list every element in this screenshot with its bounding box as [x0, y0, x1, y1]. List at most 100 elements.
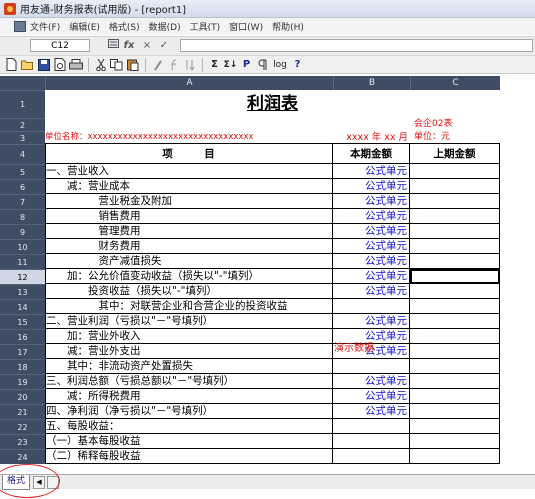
company-name-label[interactable]: 单位名称：xxxxxxxxxxxxxxxxxxxxxxxxxxxxxxxxx — [45, 131, 333, 144]
line-item-label[interactable]: 加：公允价值变动收益（损失以"-"填列） — [45, 269, 333, 284]
row-header[interactable]: 16 — [0, 329, 45, 344]
row-header[interactable]: 22 — [0, 419, 45, 434]
formula-input[interactable] — [180, 39, 533, 52]
previous-amount-cell[interactable] — [410, 344, 500, 359]
function-list-icon[interactable] — [106, 39, 120, 52]
print-icon[interactable] — [68, 57, 83, 72]
line-item-label[interactable]: 三、利润总额（亏损总额以"－"号填列） — [45, 374, 333, 389]
previous-amount-cell[interactable] — [410, 254, 500, 269]
current-amount-cell[interactable] — [333, 419, 410, 434]
line-item-label[interactable]: 资产减值损失 — [45, 254, 333, 269]
paste-icon[interactable] — [125, 57, 140, 72]
row-header[interactable]: 12 — [0, 269, 45, 284]
menu-window[interactable]: 窗口(W) — [229, 20, 263, 33]
current-amount-cell[interactable] — [333, 359, 410, 374]
row-header[interactable]: 14 — [0, 299, 45, 314]
current-amount-cell[interactable] — [333, 434, 410, 449]
line-item-label[interactable]: 营业税金及附加 — [45, 194, 333, 209]
column-header-a[interactable]: A — [45, 76, 333, 90]
menu-file[interactable]: 文件(F) — [30, 20, 60, 33]
copy-icon[interactable] — [109, 57, 124, 72]
sort-icon[interactable] — [182, 57, 197, 72]
previous-amount-cell[interactable] — [410, 194, 500, 209]
previous-amount-cell[interactable] — [410, 284, 500, 299]
row-header[interactable]: 10 — [0, 239, 45, 254]
current-amount-cell[interactable]: 公式单元 — [333, 284, 410, 299]
previous-amount-cell[interactable] — [410, 224, 500, 239]
form-code-label[interactable]: 会企02表 — [410, 118, 500, 131]
line-item-label[interactable]: 销售费用 — [45, 209, 333, 224]
report-title[interactable]: 利润表 — [45, 90, 500, 118]
previous-amount-cell[interactable] — [410, 359, 500, 374]
current-amount-cell[interactable]: 公式单元 — [333, 239, 410, 254]
current-amount-cell[interactable]: 公式单元 — [333, 389, 410, 404]
row-header[interactable]: 6 — [0, 179, 45, 194]
save-icon[interactable] — [36, 57, 51, 72]
previous-amount-cell[interactable] — [410, 419, 500, 434]
menu-help[interactable]: 帮助(H) — [272, 20, 304, 33]
previous-amount-cell[interactable] — [410, 269, 500, 284]
column-title-current[interactable]: 本期金额 — [333, 144, 410, 164]
column-title-item[interactable]: 项 目 — [45, 144, 333, 164]
current-amount-cell[interactable]: 公式单元 — [333, 374, 410, 389]
current-amount-cell[interactable]: 公式单元 — [333, 179, 410, 194]
line-item-label[interactable]: （二）稀释每股收益 — [45, 449, 333, 464]
line-item-label[interactable]: 财务费用 — [45, 239, 333, 254]
line-item-label[interactable]: 五、每股收益： — [45, 419, 333, 434]
line-item-label[interactable]: 管理费用 — [45, 224, 333, 239]
new-file-icon[interactable] — [4, 57, 19, 72]
current-amount-cell[interactable]: 公式单元 — [333, 404, 410, 419]
current-amount-cell[interactable]: 公式单元 — [333, 314, 410, 329]
document-icon[interactable] — [14, 21, 26, 32]
current-amount-cell[interactable]: 公式单元 — [333, 254, 410, 269]
current-amount-cell[interactable]: 公式单元 — [333, 194, 410, 209]
sum-sort-button[interactable]: Σ↓ — [223, 57, 238, 72]
line-item-label[interactable]: 加：营业外收入 — [45, 329, 333, 344]
column-header-c[interactable]: C — [410, 76, 500, 90]
row-header[interactable]: 11 — [0, 254, 45, 269]
previous-amount-cell[interactable] — [410, 164, 500, 179]
previous-amount-cell[interactable] — [410, 449, 500, 464]
line-item-label[interactable]: 其中：非流动资产处置损失 — [45, 359, 333, 374]
previous-amount-cell[interactable] — [410, 389, 500, 404]
line-item-label[interactable]: 减：营业外支出 — [45, 344, 333, 359]
line-item-label[interactable]: （一）基本每股收益 — [45, 434, 333, 449]
previous-amount-cell[interactable] — [410, 299, 500, 314]
line-item-label[interactable]: 二、营业利润（亏损以"－"号填列） — [45, 314, 333, 329]
accept-edit-button[interactable]: ✓ — [157, 39, 171, 52]
line-item-label[interactable]: 减：所得税费用 — [45, 389, 333, 404]
previous-amount-cell[interactable] — [410, 374, 500, 389]
current-amount-cell[interactable] — [333, 299, 410, 314]
row-header[interactable]: 9 — [0, 224, 45, 239]
row-header[interactable]: 3 — [0, 131, 45, 144]
previous-amount-cell[interactable] — [410, 314, 500, 329]
previous-amount-cell[interactable] — [410, 329, 500, 344]
line-item-label[interactable]: 其中：对联营企业和合营企业的投资收益 — [45, 299, 333, 314]
previous-amount-cell[interactable] — [410, 434, 500, 449]
row-header[interactable]: 1 — [0, 90, 45, 118]
previous-amount-cell[interactable] — [410, 239, 500, 254]
row-header[interactable]: 24 — [0, 449, 45, 464]
row-header[interactable]: 19 — [0, 374, 45, 389]
column-header-b[interactable]: B — [333, 76, 410, 90]
row-header[interactable]: 8 — [0, 209, 45, 224]
unit-label[interactable]: 单位：元 — [410, 131, 500, 144]
sum-button[interactable]: Σ — [207, 57, 222, 72]
current-amount-cell[interactable]: 公式单元 — [333, 269, 410, 284]
open-folder-icon[interactable] — [20, 57, 35, 72]
log-button[interactable]: log — [271, 57, 289, 72]
current-amount-cell[interactable] — [333, 449, 410, 464]
row-header[interactable]: 23 — [0, 434, 45, 449]
row-header[interactable]: 18 — [0, 359, 45, 374]
current-amount-cell[interactable]: 公式单元 — [333, 209, 410, 224]
period-label[interactable]: xxxx 年 xx 月 — [333, 131, 410, 144]
row-header[interactable]: 20 — [0, 389, 45, 404]
menu-edit[interactable]: 编辑(E) — [69, 20, 100, 33]
paragraph-icon[interactable] — [255, 57, 270, 72]
previous-amount-cell[interactable] — [410, 404, 500, 419]
cut-icon[interactable] — [93, 57, 108, 72]
row-header[interactable]: 4 — [0, 144, 45, 164]
row-header[interactable]: 7 — [0, 194, 45, 209]
column-title-previous[interactable]: 上期金额 — [410, 144, 500, 164]
print-preview-icon[interactable] — [52, 57, 67, 72]
